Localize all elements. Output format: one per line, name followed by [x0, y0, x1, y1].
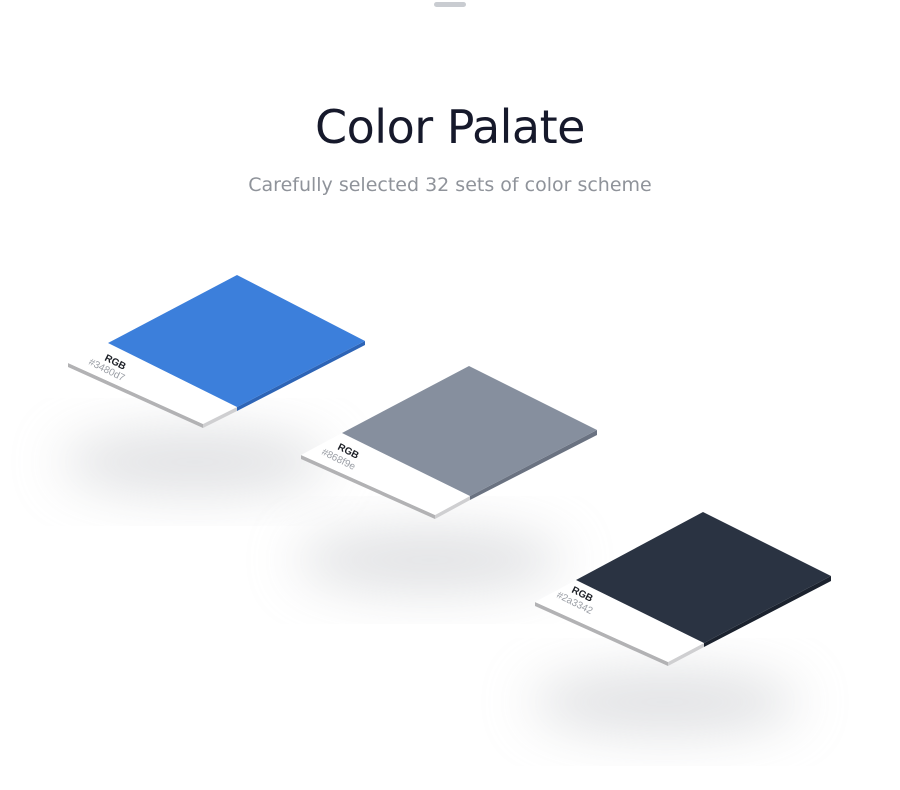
swatch-shadow — [295, 528, 565, 592]
swatch-shadow — [60, 430, 330, 494]
swatch-shadow — [530, 670, 800, 734]
color-swatch-card[interactable]: RGB #3480d7 — [68, 275, 365, 428]
color-swatch-card[interactable]: RGB #868f9e — [301, 366, 597, 519]
color-palette-illustration: RGB #3480d7 RGB #868f9e RGB #2a3342 — [60, 275, 831, 734]
color-swatch-card[interactable]: RGB #2a3342 — [535, 512, 831, 666]
